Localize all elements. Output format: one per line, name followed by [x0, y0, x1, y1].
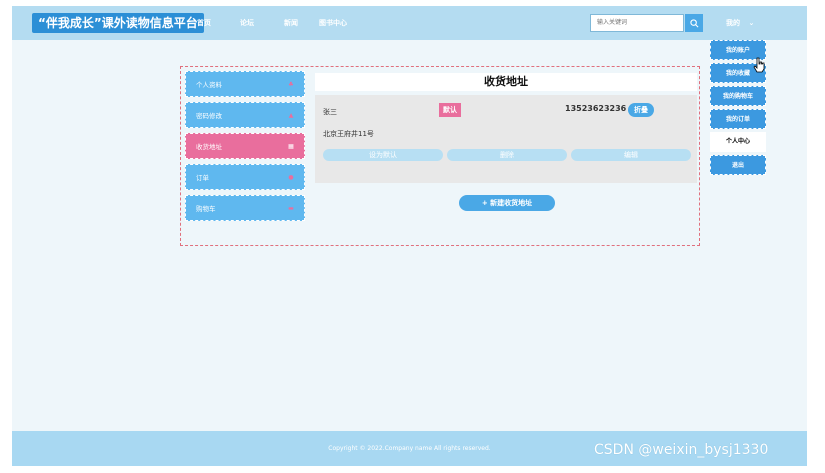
nav-home[interactable]: 首页	[197, 6, 211, 40]
sidebar-item-password[interactable]: 密码修改 ▲	[185, 102, 305, 128]
sidebar-item-label: 个人资料	[196, 81, 222, 89]
delete-button[interactable]: 删除	[447, 149, 567, 161]
address-phone: 13523623236	[565, 104, 627, 113]
sidebar-item-label: 密码修改	[196, 112, 222, 120]
nav-book-center[interactable]: 图书中心	[319, 6, 347, 40]
address-name: 张三	[323, 108, 337, 116]
sidebar-item-address[interactable]: 收货地址 ▦	[185, 133, 305, 159]
default-badge: 默认	[439, 103, 461, 117]
my-menu-label: 我的	[726, 19, 740, 27]
site-title[interactable]: “伴我成长”课外读物信息平台	[32, 13, 204, 33]
my-menu[interactable]: 我的 ⌄	[726, 6, 754, 40]
sidebar-item-label: 收货地址	[196, 143, 222, 151]
collapse-button[interactable]: 折叠	[628, 103, 654, 117]
top-bar: “伴我成长”课外读物信息平台 首页 论坛 新闻 图书中心 我的 ⌄	[12, 6, 807, 40]
menu-my-orders[interactable]: 我的订单	[710, 109, 766, 129]
page-title: 收货地址	[315, 73, 697, 91]
cart-icon: ▬	[288, 205, 294, 212]
chevron-down-icon: ⌄	[748, 19, 755, 27]
edit-button[interactable]: 编辑	[571, 149, 691, 161]
sidebar-item-label: 订单	[196, 174, 209, 182]
new-address-button[interactable]: + 新建收货地址	[459, 195, 555, 211]
nav-forum[interactable]: 论坛	[240, 6, 254, 40]
nav-news[interactable]: 新闻	[284, 6, 298, 40]
menu-logout[interactable]: 退出	[710, 155, 766, 175]
hand-cursor-icon	[753, 57, 765, 73]
address-card: 张三 默认 13523623236 折叠 北京王府井11号 设为默认 删除 编辑	[315, 95, 697, 183]
sidebar-item-label: 购物车	[196, 205, 216, 213]
sidebar-item-orders[interactable]: 订单 ●	[185, 164, 305, 190]
search-button[interactable]	[685, 14, 703, 32]
sidebar-item-profile[interactable]: 个人资料 ♣	[185, 71, 305, 97]
watermark: CSDN @weixin_bysj1330	[594, 442, 769, 458]
location-icon: ▦	[288, 143, 294, 150]
menu-my-cart[interactable]: 我的购物车	[710, 86, 766, 106]
lock-icon: ▲	[288, 112, 294, 119]
user-center-panel: 个人资料 ♣ 密码修改 ▲ 收货地址 ▦ 订单 ● 购物车 ▬ 收货地址 张三 …	[180, 66, 700, 246]
order-icon: ●	[288, 174, 294, 181]
address-detail: 北京王府井11号	[323, 130, 374, 138]
user-icon: ♣	[288, 81, 294, 88]
page-frame: “伴我成长”课外读物信息平台 首页 论坛 新闻 图书中心 我的 ⌄ 我的账户 我…	[12, 6, 807, 466]
set-default-button[interactable]: 设为默认	[323, 149, 443, 161]
menu-personal-center[interactable]: 个人中心	[710, 132, 766, 152]
sidebar-item-cart[interactable]: 购物车 ▬	[185, 195, 305, 221]
search-input[interactable]	[590, 14, 684, 32]
search-icon	[689, 18, 698, 27]
